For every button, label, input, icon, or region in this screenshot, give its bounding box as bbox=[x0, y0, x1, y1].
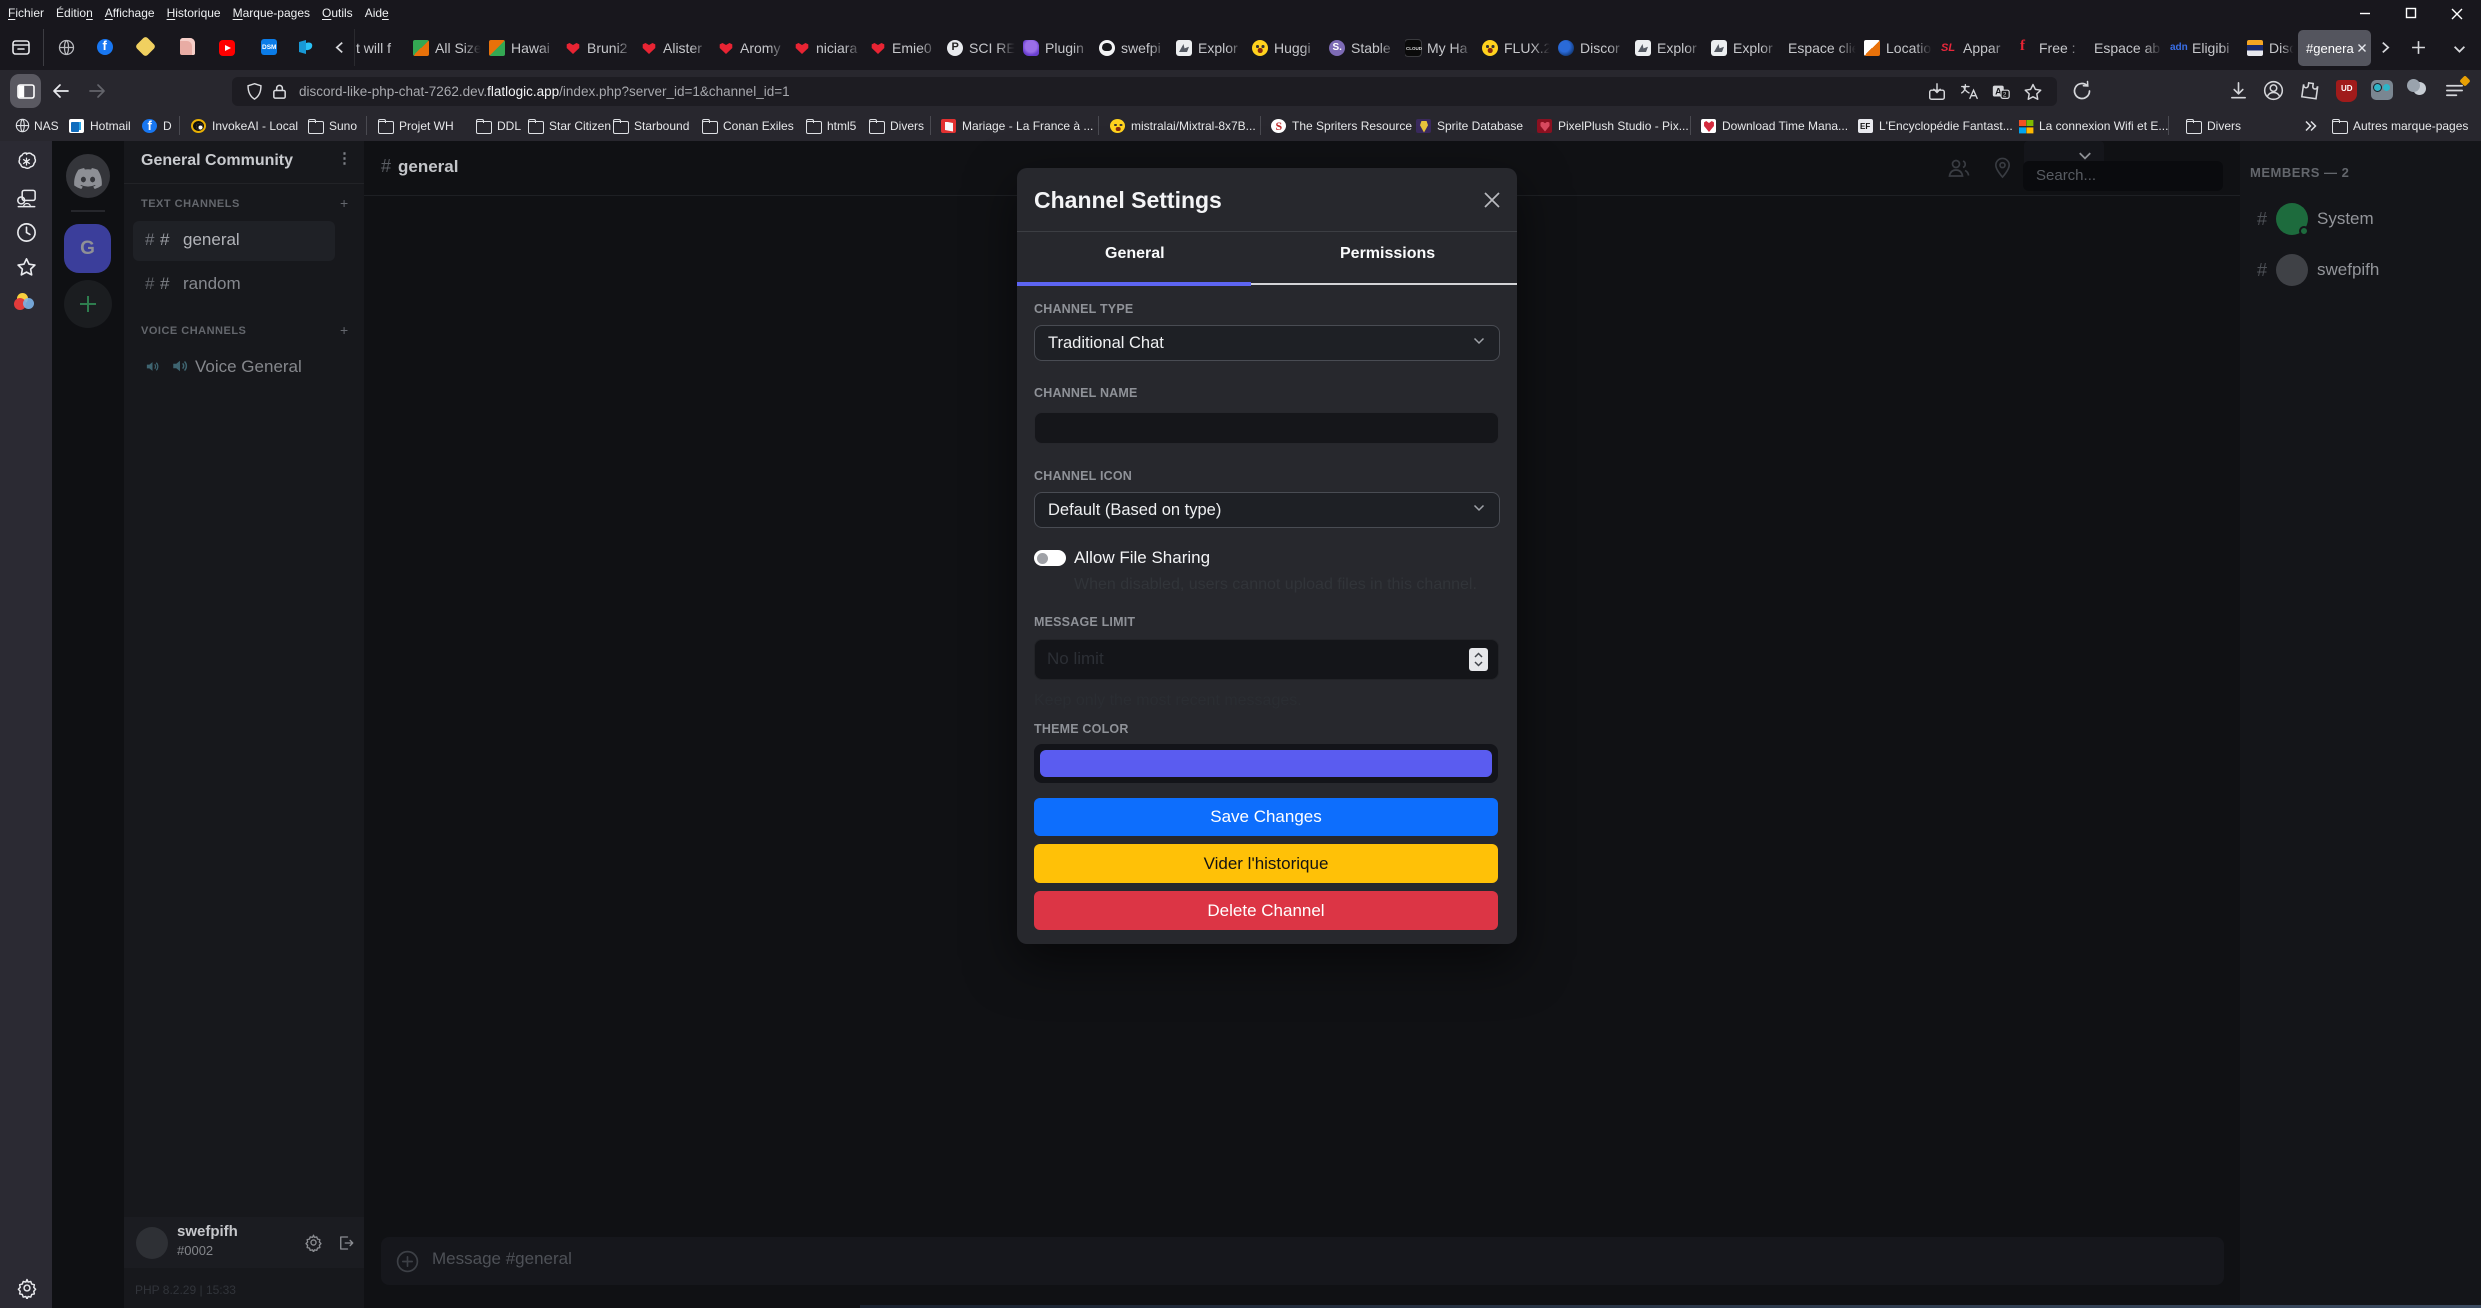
svg-text:2: 2 bbox=[2003, 91, 2007, 98]
